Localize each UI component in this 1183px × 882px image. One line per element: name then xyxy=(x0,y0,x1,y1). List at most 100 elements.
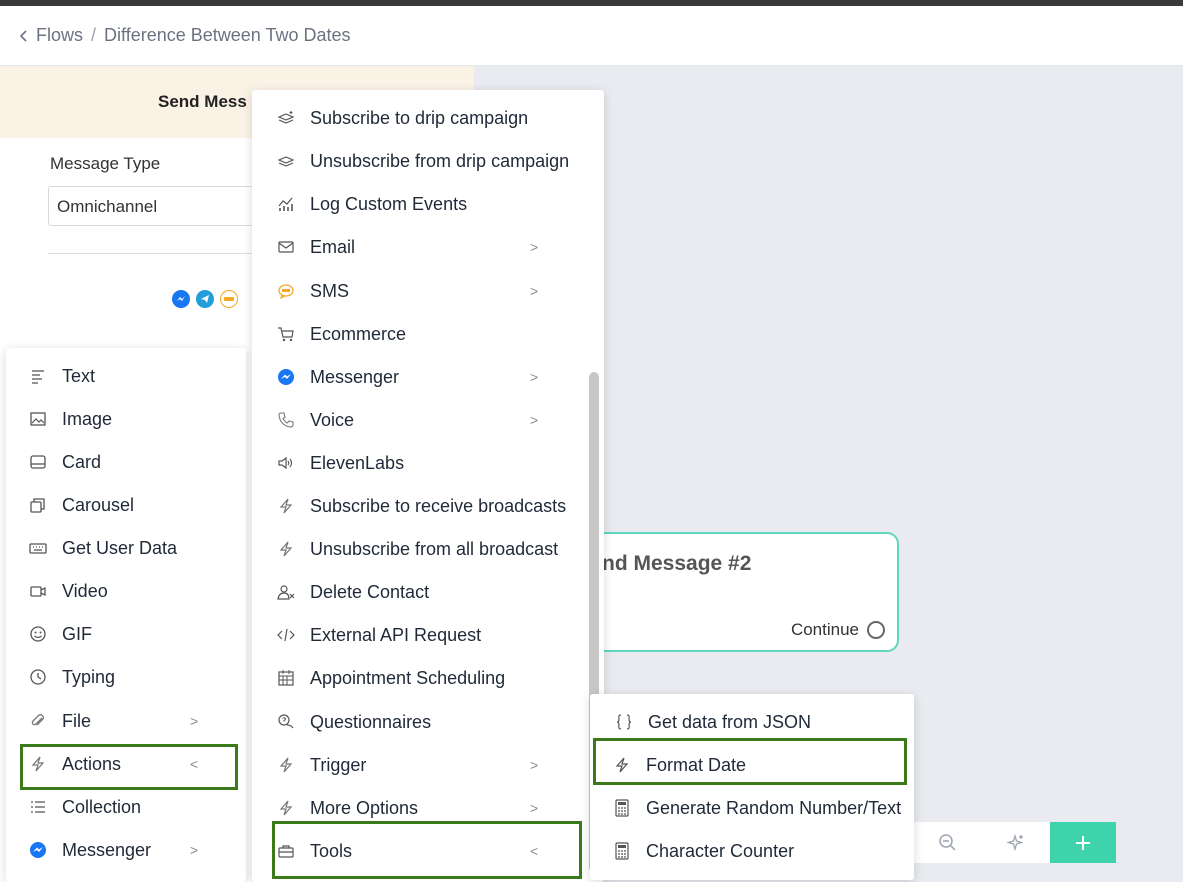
continue-connector-handle[interactable] xyxy=(867,621,885,639)
paperclip-icon xyxy=(26,709,50,733)
calendar-icon xyxy=(274,666,298,690)
menu-item-external-api[interactable]: External API Request xyxy=(274,615,481,655)
keyboard-icon xyxy=(26,536,50,560)
menu-item-more-options[interactable]: More Options > xyxy=(274,788,574,828)
menu-item-messenger[interactable]: Messenger > xyxy=(26,830,226,870)
menu-item-text[interactable]: Text xyxy=(26,356,95,396)
actions-submenu: Subscribe to drip campaign Unsubscribe f… xyxy=(252,90,604,882)
menu-item-format-date[interactable]: Format Date xyxy=(610,745,746,785)
menu-item-character-counter[interactable]: Character Counter xyxy=(610,831,794,871)
phone-icon xyxy=(274,408,298,432)
menu-item-label: Subscribe to drip campaign xyxy=(310,107,529,128)
menu-item-file[interactable]: File > xyxy=(26,701,226,741)
chevron-right-icon: > xyxy=(530,412,539,428)
channel-icons xyxy=(172,290,238,308)
menu-item-label: Card xyxy=(62,451,102,472)
menu-item-collection[interactable]: Collection xyxy=(26,787,141,827)
plus-icon xyxy=(1076,835,1090,850)
menu-item-label: Image xyxy=(62,408,113,429)
menu-item-subscribe-broadcasts[interactable]: Subscribe to receive broadcasts xyxy=(274,486,566,526)
menu-item-questionnaires[interactable]: Questionnaires xyxy=(274,702,431,742)
menu-item-unsubscribe-broadcast[interactable]: Unsubscribe from all broadcast xyxy=(274,529,558,569)
divider xyxy=(48,253,278,254)
chevron-right-icon: > xyxy=(190,842,199,858)
menu-item-messenger[interactable]: Messenger > xyxy=(274,357,574,397)
menu-item-actions[interactable]: Actions < xyxy=(26,744,226,784)
menu-item-label: Actions xyxy=(62,753,122,774)
lightning-icon xyxy=(610,753,634,777)
card-icon xyxy=(26,450,50,474)
breadcrumb: Flows / Difference Between Two Dates xyxy=(0,6,1183,66)
chevron-right-icon: > xyxy=(530,239,539,255)
menu-item-carousel[interactable]: Carousel xyxy=(26,485,134,525)
continue-label: Continue xyxy=(790,620,859,639)
menu-item-unsubscribe-drip[interactable]: Unsubscribe from drip campaign xyxy=(274,141,569,181)
menu-item-label: Appointment Scheduling xyxy=(310,667,506,688)
canvas-toolbar xyxy=(914,822,1117,863)
menu-item-card[interactable]: Card xyxy=(26,442,101,482)
menu-item-label: Collection xyxy=(62,796,142,817)
add-node-button[interactable] xyxy=(1050,822,1116,863)
menu-item-label: Carousel xyxy=(62,494,135,515)
panel-title: Send Mess xyxy=(158,92,247,111)
menu-item-label: Get User Data xyxy=(62,537,178,558)
menu-item-label: Get data from JSON xyxy=(648,711,812,732)
menu-item-label: Character Counter xyxy=(646,840,795,861)
menu-item-elevenlabs[interactable]: ElevenLabs xyxy=(274,443,404,483)
menu-item-image[interactable]: Image xyxy=(26,399,112,439)
node-title: nd Message #2 xyxy=(602,552,752,575)
messenger-icon xyxy=(26,838,50,862)
menu-item-email[interactable]: Email > xyxy=(274,227,574,267)
lightning-icon xyxy=(274,796,298,820)
menu-item-label: More Options xyxy=(310,797,419,818)
cart-icon xyxy=(274,322,298,346)
menu-item-label: Ecommerce xyxy=(310,323,407,344)
menu-item-label: Unsubscribe from drip campaign xyxy=(310,150,570,171)
menu-item-label: Subscribe to receive broadcasts xyxy=(310,495,567,516)
messenger-icon xyxy=(172,290,190,308)
lightning-icon xyxy=(26,752,50,776)
menu-item-label: Text xyxy=(62,365,96,386)
menu-item-delete-contact[interactable]: Delete Contact xyxy=(274,572,429,612)
user-delete-icon xyxy=(274,580,298,604)
menu-item-sms[interactable]: SMS > xyxy=(274,271,574,311)
lightning-icon xyxy=(274,753,298,777)
message-type-label: Message Type xyxy=(50,154,161,173)
menu-item-trigger[interactable]: Trigger > xyxy=(274,745,574,785)
carousel-icon xyxy=(26,493,50,517)
menu-item-appointment[interactable]: Appointment Scheduling xyxy=(274,658,505,698)
magic-button[interactable] xyxy=(982,822,1050,863)
zoom-out-icon xyxy=(939,833,956,851)
menu-item-typing[interactable]: Typing xyxy=(26,657,115,697)
analytics-icon xyxy=(274,192,298,216)
menu-item-tools[interactable]: Tools < xyxy=(274,831,574,871)
menu-item-label: ElevenLabs xyxy=(310,452,405,473)
menu-item-video[interactable]: Video xyxy=(26,571,108,611)
menu-item-ecommerce[interactable]: Ecommerce xyxy=(274,314,406,354)
breadcrumb-back-link[interactable]: Flows xyxy=(18,25,83,46)
menu-item-label: Unsubscribe from all broadcast xyxy=(310,538,559,559)
menu-item-label: Questionnaires xyxy=(310,711,432,732)
menu-item-get-json[interactable]: Get data from JSON xyxy=(612,702,811,742)
menu-item-random-generator[interactable]: Generate Random Number/Text xyxy=(610,788,901,828)
node-continue: Continue xyxy=(791,620,885,640)
zoom-out-button[interactable] xyxy=(914,822,982,863)
menu-item-label: Format Date xyxy=(646,754,747,775)
menu-item-label: Messenger xyxy=(62,839,152,860)
breadcrumb-separator: / xyxy=(91,25,97,45)
menu-item-label: File xyxy=(62,710,92,731)
list-icon xyxy=(26,795,50,819)
chevron-left-icon: < xyxy=(530,843,539,859)
menu-item-label: Log Custom Events xyxy=(310,193,468,214)
email-icon xyxy=(274,235,298,259)
menu-item-label: Delete Contact xyxy=(310,581,430,602)
gif-icon xyxy=(26,622,50,646)
toolbox-icon xyxy=(274,839,298,863)
menu-item-log-custom-events[interactable]: Log Custom Events xyxy=(274,184,467,224)
menu-item-label: Typing xyxy=(62,666,116,687)
menu-item-voice[interactable]: Voice > xyxy=(274,400,574,440)
menu-item-gif[interactable]: GIF xyxy=(26,614,92,654)
sms-icon xyxy=(220,290,238,308)
menu-item-get-user-data[interactable]: Get User Data xyxy=(26,528,177,568)
menu-item-subscribe-drip[interactable]: Subscribe to drip campaign xyxy=(274,98,528,138)
